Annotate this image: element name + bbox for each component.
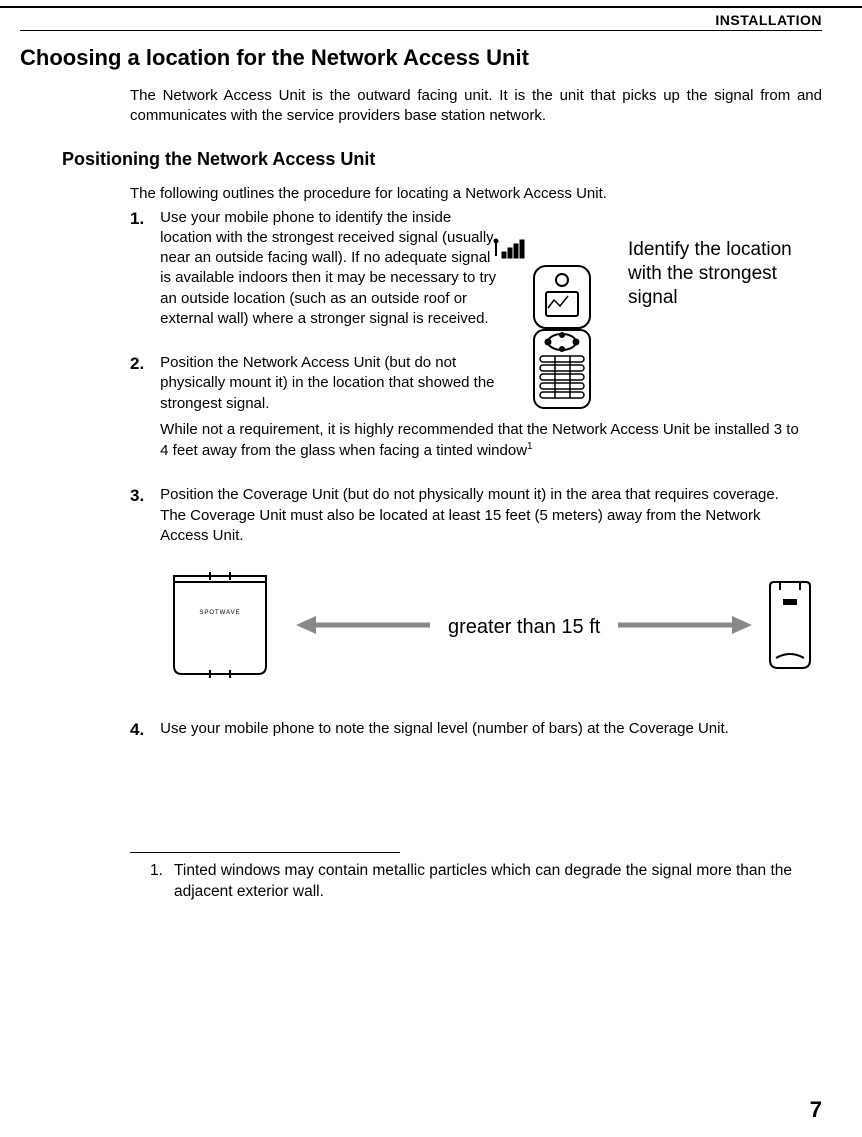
svg-text:SPOTWAVE: SPOTWAVE [199,610,240,616]
network-access-unit-icon [768,580,812,675]
figure-distance: SPOTWAVE greater than 15 ft [160,570,822,685]
signal-and-phone-icon [490,238,610,423]
header-rule [20,30,822,31]
step-2-text-2: While not a requirement, it is highly re… [160,420,800,462]
step-4: 4. Use your mobile phone to note the sig… [130,719,822,742]
footnote-rule [130,852,400,853]
step-1-text: Use your mobile phone to identify the in… [160,208,500,330]
step-2-footnote-ref: 1 [527,441,533,452]
footnote: 1. Tinted windows may contain metallic p… [150,861,822,903]
step-4-number: 4. [130,719,156,742]
step-3-text: Position the Coverage Unit (but do not p… [160,485,800,546]
page-title: Choosing a location for the Network Acce… [20,45,822,71]
page-number: 7 [810,1097,822,1123]
coverage-unit-icon: SPOTWAVE [160,570,280,685]
step-2-text-2a: While not a requirement, it is highly re… [160,421,799,459]
figure-phone-signal: Identify the location with the strongest… [490,238,830,423]
step-2-text-1: Position the Network Access Unit (but do… [160,353,500,414]
page: INSTALLATION Choosing a location for the… [0,6,862,1137]
step-2-number: 2. [130,353,156,376]
step-3: 3. Position the Coverage Unit (but do no… [130,485,822,546]
header-section-label: INSTALLATION [20,12,822,28]
subsection-intro: The following outlines the procedure for… [130,185,822,202]
step-4-text: Use your mobile phone to note the signal… [160,719,800,739]
step-3-number: 3. [130,485,156,508]
intro-paragraph: The Network Access Unit is the outward f… [130,86,822,127]
arrow-left-icon [294,613,434,642]
footnote-number: 1. [150,861,166,903]
step-1-number: 1. [130,208,156,231]
subsection-title: Positioning the Network Access Unit [62,149,822,170]
footnote-text: Tinted windows may contain metallic part… [174,861,822,903]
figure-distance-label: greater than 15 ft [448,616,600,639]
figure-phone-caption: Identify the location with the strongest… [628,238,830,309]
arrow-right-icon [614,613,754,642]
